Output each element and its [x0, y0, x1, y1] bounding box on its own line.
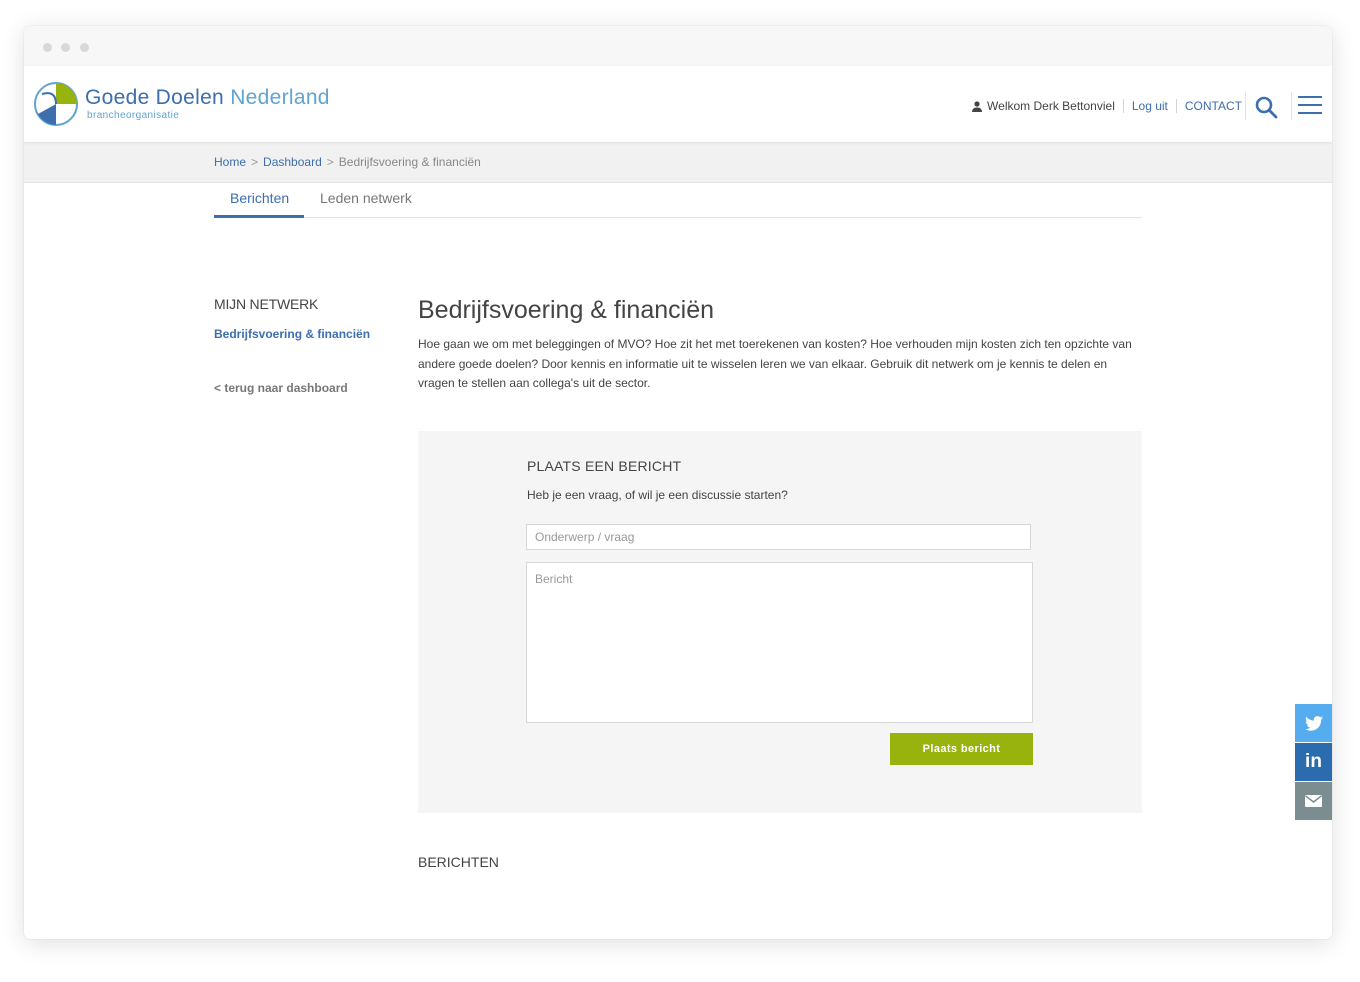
- share-bar: in: [1295, 704, 1332, 821]
- divider: [1122, 99, 1124, 113]
- post-message-panel: PLAATS EEN BERICHT Heb je een vraag, of …: [418, 431, 1142, 813]
- search-icon[interactable]: [1254, 95, 1278, 119]
- mail-icon: [1305, 795, 1322, 807]
- contact-link[interactable]: CONTACT: [1185, 99, 1242, 113]
- brand-name[interactable]: Goede Doelen Nederland: [85, 86, 330, 110]
- twitter-share-button[interactable]: [1295, 704, 1332, 742]
- window-dot-close[interactable]: [43, 43, 52, 52]
- user-icon: [972, 100, 983, 112]
- brand-name-primary: Goede Doelen: [85, 86, 225, 109]
- browser-window: Goede Doelen Nederland brancheorganisati…: [24, 26, 1332, 939]
- welcome-text: Welkom Derk Bettonviel: [987, 99, 1115, 113]
- breadcrumb-dashboard[interactable]: Dashboard: [263, 155, 322, 169]
- page-intro: Hoe gaan we om met beleggingen of MVO? H…: [418, 337, 1132, 390]
- tab-bar: Berichten Leden netwerk: [214, 183, 1142, 218]
- breadcrumb-separator: >: [326, 155, 334, 169]
- breadcrumb-separator: >: [251, 155, 259, 169]
- site-header: Goede Doelen Nederland brancheorganisati…: [24, 66, 1332, 142]
- window-dot-maximize[interactable]: [80, 43, 89, 52]
- post-form-question: Heb je een vraag, of wil je een discussi…: [527, 488, 788, 502]
- breadcrumb-home[interactable]: Home: [214, 155, 246, 169]
- user-nav: Welkom Derk Bettonviel Log uit CONTACT: [972, 99, 1242, 113]
- messages-heading: BERICHTEN: [418, 854, 499, 870]
- divider: [1175, 99, 1177, 113]
- post-message-button[interactable]: Plaats bericht: [890, 733, 1033, 765]
- brand-name-secondary: Nederland: [230, 86, 330, 109]
- email-share-button[interactable]: [1295, 782, 1332, 820]
- window-dot-minimize[interactable]: [61, 43, 70, 52]
- breadcrumb-bar: Home > Dashboard > Bedrijfsvoering & financi…: [24, 142, 1332, 183]
- sidebar-heading: MIJN NETWERK: [214, 296, 319, 312]
- logout-link[interactable]: Log uit: [1132, 99, 1168, 113]
- back-to-dashboard-link[interactable]: < terug naar dashboard: [214, 381, 348, 395]
- tab-leden-netwerk[interactable]: Leden netwerk: [320, 190, 412, 206]
- linkedin-share-button[interactable]: in: [1295, 743, 1332, 781]
- breadcrumb: Home > Dashboard > Bedrijfsvoering & financi…: [214, 155, 481, 169]
- message-textarea[interactable]: [526, 562, 1033, 723]
- window-chrome: [24, 26, 1332, 66]
- breadcrumb-current: Bedrijfsvoering & financiën: [338, 155, 481, 169]
- brand-tagline: brancheorganisatie: [87, 110, 180, 121]
- divider: [1245, 92, 1246, 120]
- linkedin-icon: in: [1305, 751, 1322, 772]
- subject-input[interactable]: [526, 524, 1031, 550]
- page-title: Bedrijfsvoering & financiën: [418, 296, 714, 324]
- twitter-icon: [1304, 715, 1323, 731]
- logo-icon[interactable]: [32, 80, 80, 128]
- divider: [1291, 92, 1292, 120]
- post-form-title: PLAATS EEN BERICHT: [527, 458, 682, 474]
- sidebar-item-bedrijfsvoering[interactable]: Bedrijfsvoering & financiën: [214, 327, 370, 341]
- tab-berichten[interactable]: Berichten: [230, 190, 289, 206]
- hamburger-menu-icon[interactable]: [1298, 96, 1322, 114]
- active-tab-indicator: [214, 215, 304, 218]
